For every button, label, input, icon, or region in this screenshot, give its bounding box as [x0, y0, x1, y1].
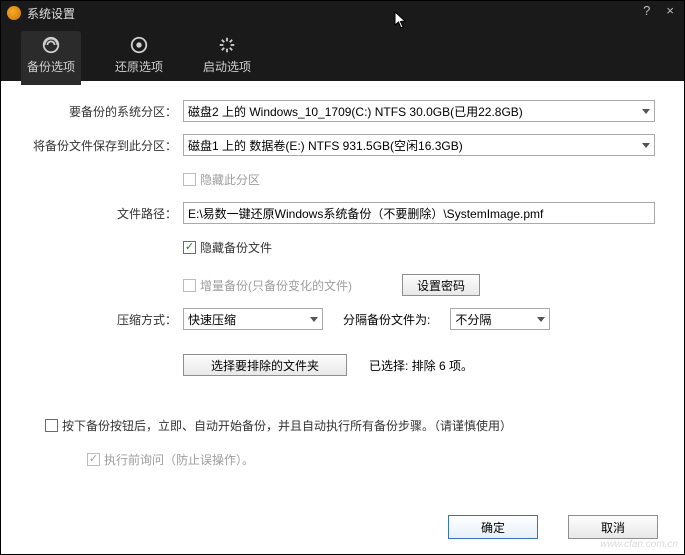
split-value: 不分隔: [455, 311, 491, 328]
preconfirm-text: 执行前询问（防止误操作）。: [104, 451, 254, 468]
source-partition-label: 要备份的系统分区：: [15, 103, 183, 120]
exclude-folders-button[interactable]: 选择要排除的文件夹: [183, 354, 347, 376]
file-path-value: E:\易数一键还原Windows系统备份（不要删除）\SystemImage.p…: [188, 205, 543, 222]
hide-partition-checkbox[interactable]: 隐藏此分区: [183, 171, 260, 188]
hide-backup-file-checkbox[interactable]: 隐藏备份文件: [183, 239, 272, 256]
incremental-backup-text: 增量备份(只备份变化的文件): [200, 277, 352, 294]
backup-icon: [41, 35, 61, 55]
tab-startup-options[interactable]: 启动选项: [197, 31, 257, 85]
titlebar: 系统设置 ? × 备份选项 还原选项: [1, 1, 684, 81]
window-title: 系统设置: [27, 5, 75, 22]
incremental-backup-checkbox[interactable]: 增量备份(只备份变化的文件): [183, 277, 352, 294]
file-path-label: 文件路径：: [15, 205, 183, 222]
settings-window: 系统设置 ? × 备份选项 还原选项: [0, 0, 685, 555]
close-icon[interactable]: ×: [662, 3, 678, 18]
compression-dropdown[interactable]: 快速压缩: [183, 308, 323, 330]
ok-button[interactable]: 确定: [448, 515, 538, 539]
autostart-backup-text: 按下备份按钮后，立即、自动开始备份，并且自动执行所有备份步骤。（请谨慎使用）: [62, 417, 512, 434]
dialog-footer: 确定 取消: [1, 508, 684, 554]
hide-partition-text: 隐藏此分区: [200, 171, 260, 188]
help-icon[interactable]: ?: [639, 3, 654, 18]
split-dropdown[interactable]: 不分隔: [450, 308, 550, 330]
startup-icon: [217, 35, 237, 55]
source-partition-value: 磁盘2 上的 Windows_10_1709(C:) NTFS 30.0GB(已…: [188, 103, 523, 120]
tab-bar: 备份选项 还原选项 启动选项: [1, 25, 684, 85]
app-logo-icon: [7, 6, 21, 20]
exclude-status-text: 已选择: 排除 6 项。: [369, 357, 473, 374]
autostart-backup-checkbox[interactable]: 按下备份按钮后，立即、自动开始备份，并且自动执行所有备份步骤。（请谨慎使用）: [45, 417, 512, 434]
checkbox-icon: [183, 173, 196, 186]
checkbox-icon: [87, 453, 100, 466]
hide-backup-file-text: 隐藏备份文件: [200, 239, 272, 256]
set-password-button[interactable]: 设置密码: [402, 274, 480, 296]
tab-restore-options[interactable]: 还原选项: [109, 31, 169, 85]
split-label: 分隔备份文件为:: [343, 311, 430, 328]
checkbox-icon: [183, 279, 196, 292]
tab-backup-options[interactable]: 备份选项: [21, 31, 81, 85]
tab-label: 还原选项: [115, 58, 163, 75]
tab-label: 启动选项: [203, 58, 251, 75]
dest-partition-dropdown[interactable]: 磁盘1 上的 数据卷(E:) NTFS 931.5GB(空闲16.3GB): [183, 134, 655, 156]
preconfirm-checkbox[interactable]: 执行前询问（防止误操作）。: [87, 451, 254, 468]
dest-partition-value: 磁盘1 上的 数据卷(E:) NTFS 931.5GB(空闲16.3GB): [188, 137, 463, 154]
restore-icon: [129, 35, 149, 55]
dest-partition-label: 将备份文件保存到此分区：: [15, 137, 183, 154]
compression-value: 快速压缩: [188, 311, 236, 328]
compression-label: 压缩方式：: [15, 311, 183, 328]
file-path-input[interactable]: E:\易数一键还原Windows系统备份（不要删除）\SystemImage.p…: [183, 202, 655, 224]
tab-label: 备份选项: [27, 58, 75, 75]
source-partition-dropdown[interactable]: 磁盘2 上的 Windows_10_1709(C:) NTFS 30.0GB(已…: [183, 100, 655, 122]
checkbox-icon: [183, 241, 196, 254]
cancel-button[interactable]: 取消: [568, 515, 658, 539]
checkbox-icon: [45, 419, 58, 432]
content-area: 要备份的系统分区： 磁盘2 上的 Windows_10_1709(C:) NTF…: [1, 81, 684, 508]
